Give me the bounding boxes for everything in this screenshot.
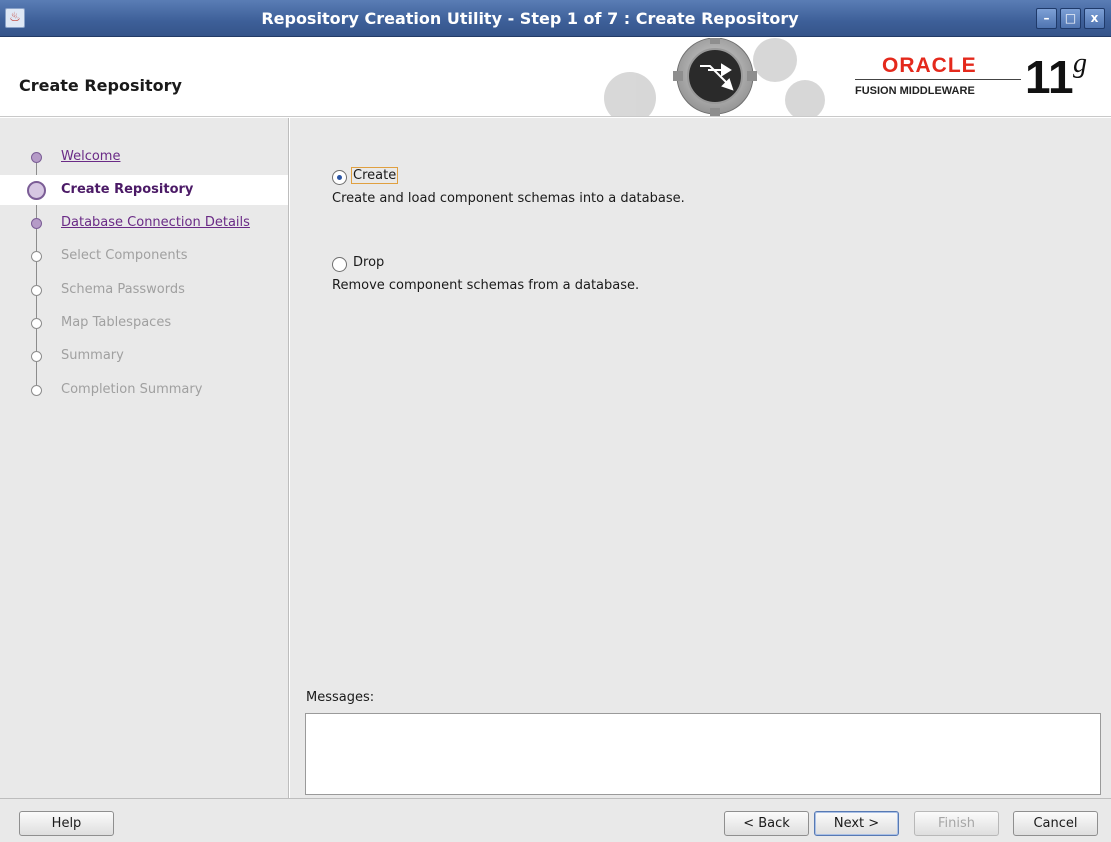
create-radio[interactable]: [332, 170, 347, 185]
finish-button[interactable]: Finish: [914, 811, 999, 836]
wizard-step-navigator: Welcome Create Repository Database Conne…: [0, 118, 289, 798]
header-band: Create Repository ORACLE FUSION MIDDLEWA…: [0, 38, 1111, 117]
step-dot-icon: [31, 351, 42, 362]
step-dot-icon: [31, 318, 42, 329]
drop-radio-label[interactable]: Drop: [353, 255, 384, 270]
drop-radio[interactable]: [332, 257, 347, 272]
step-dot-icon: [31, 152, 42, 163]
sidebar-item-select-components: Select Components: [0, 241, 288, 271]
messages-textarea[interactable]: [305, 713, 1101, 795]
sidebar-item-label: Summary: [61, 348, 124, 363]
sidebar-item-label: Completion Summary: [61, 382, 203, 397]
button-bar: Help < Back Next > Finish Cancel: [0, 798, 1111, 842]
sidebar-item-label[interactable]: Welcome: [61, 149, 120, 164]
step-dot-icon: [31, 218, 42, 229]
sidebar-item-summary: Summary: [0, 341, 288, 371]
messages-label: Messages:: [306, 690, 375, 705]
back-button[interactable]: < Back: [724, 811, 809, 836]
close-icon: x: [1090, 11, 1099, 25]
close-button[interactable]: x: [1084, 8, 1105, 29]
oracle-logo: ORACLE FUSION MIDDLEWARE 11 g: [855, 48, 1105, 104]
fusion-middleware-text: FUSION MIDDLEWARE: [855, 85, 975, 97]
drop-description: Remove component schemas from a database…: [332, 278, 640, 293]
main-panel: Create Create and load component schemas…: [290, 118, 1111, 798]
create-radio-label[interactable]: Create: [351, 167, 399, 184]
window-title: Repository Creation Utility - Step 1 of …: [261, 9, 799, 28]
sidebar-item-welcome[interactable]: Welcome: [0, 142, 288, 172]
sidebar-item-label: Schema Passwords: [61, 282, 185, 297]
next-button[interactable]: Next >: [814, 811, 899, 836]
sidebar-item-label: Create Repository: [61, 182, 194, 197]
sidebar-item-schema-passwords: Schema Passwords: [0, 275, 288, 305]
title-bar[interactable]: ♨ Repository Creation Utility - Step 1 o…: [0, 0, 1111, 37]
version-suffix: g: [1073, 48, 1087, 79]
version-number: 11: [1025, 51, 1074, 103]
step-dot-icon: [31, 385, 42, 396]
sidebar-item-completion-summary: Completion Summary: [0, 375, 288, 405]
help-button[interactable]: Help: [19, 811, 114, 836]
sidebar-item-create-repository[interactable]: Create Repository: [0, 175, 288, 205]
maximize-button[interactable]: □: [1060, 8, 1081, 29]
create-description: Create and load component schemas into a…: [332, 191, 685, 206]
maximize-icon: □: [1064, 11, 1077, 25]
step-dot-icon: [31, 251, 42, 262]
minimize-icon: –: [1043, 11, 1050, 25]
sidebar-item-map-tablespaces: Map Tablespaces: [0, 308, 288, 338]
current-step-icon: [27, 181, 46, 200]
page-title: Create Repository: [19, 76, 182, 95]
sidebar-item-label[interactable]: Database Connection Details: [61, 215, 250, 230]
minimize-button[interactable]: –: [1036, 8, 1057, 29]
sidebar-item-label: Select Components: [61, 248, 188, 263]
gears-icon: [604, 38, 825, 116]
step-dot-icon: [31, 285, 42, 296]
sidebar-item-label: Map Tablespaces: [61, 315, 172, 330]
sidebar-item-database-connection[interactable]: Database Connection Details: [0, 208, 288, 238]
cancel-button[interactable]: Cancel: [1013, 811, 1098, 836]
oracle-wordmark: ORACLE: [882, 54, 977, 77]
